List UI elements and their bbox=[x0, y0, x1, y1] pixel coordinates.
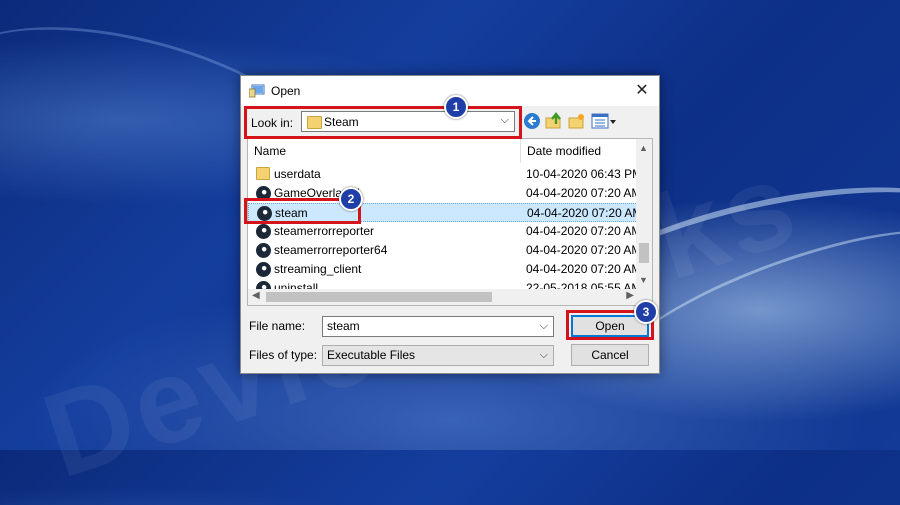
open-dialog: Open ✕ Look in: Steam ⌵ ⌃ Name Date modi… bbox=[240, 75, 660, 374]
column-header-date-modified[interactable]: Date modified bbox=[520, 139, 638, 163]
steam-icon bbox=[256, 224, 271, 239]
steam-icon bbox=[256, 186, 271, 201]
list-item[interactable]: userdata 10-04-2020 06:43 PM bbox=[248, 165, 642, 184]
folder-icon bbox=[256, 167, 270, 180]
step-badge-1: 1 bbox=[444, 95, 468, 119]
scroll-right-icon[interactable]: ▶ bbox=[626, 290, 634, 301]
folder-icon bbox=[307, 116, 322, 129]
up-folder-icon[interactable] bbox=[545, 112, 563, 130]
files-of-type-value: Executable Files bbox=[327, 348, 416, 362]
list-item[interactable]: steamerrorreporter 04-04-2020 07:20 AM bbox=[248, 222, 641, 241]
chevron-down-icon: ⌵ bbox=[539, 349, 548, 361]
file-list[interactable]: ⌃ Name Date modified userdata 10-04-2020… bbox=[247, 138, 653, 306]
step-badge-2: 2 bbox=[339, 187, 363, 211]
list-item-selected[interactable]: steam 04-04-2020 07:20 AM bbox=[248, 203, 642, 222]
files-of-type-label: Files of type: bbox=[249, 348, 318, 362]
dialog-app-icon bbox=[249, 84, 265, 98]
file-name-label: File name: bbox=[249, 319, 306, 333]
list-item[interactable]: streaming_client 04-04-2020 07:20 AM bbox=[248, 260, 641, 279]
scroll-up-icon[interactable]: ▲ bbox=[639, 143, 648, 153]
dialog-title: Open bbox=[271, 84, 301, 98]
look-in-dropdown[interactable]: Steam ⌵ bbox=[301, 111, 515, 132]
look-in-value: Steam bbox=[324, 115, 359, 129]
scroll-down-icon[interactable]: ▼ bbox=[639, 275, 648, 285]
horizontal-scroll-thumb[interactable] bbox=[266, 292, 492, 302]
new-folder-icon[interactable] bbox=[568, 112, 586, 130]
steam-icon bbox=[257, 206, 272, 221]
column-header-name[interactable]: Name bbox=[248, 139, 520, 163]
chevron-down-icon: ⌵ bbox=[500, 114, 509, 126]
steam-icon bbox=[256, 243, 271, 258]
cancel-button[interactable]: Cancel bbox=[571, 344, 649, 366]
close-button[interactable]: ✕ bbox=[631, 80, 653, 102]
files-of-type-dropdown[interactable]: Executable Files ⌵ bbox=[322, 345, 554, 366]
step-badge-3: 3 bbox=[634, 300, 658, 324]
horizontal-scrollbar[interactable]: ◀ ▶ bbox=[248, 289, 638, 305]
back-icon[interactable] bbox=[523, 112, 541, 130]
steam-icon bbox=[256, 262, 271, 277]
vertical-scroll-thumb[interactable] bbox=[639, 243, 649, 263]
scroll-left-icon[interactable]: ◀ bbox=[252, 290, 260, 301]
view-menu-icon[interactable] bbox=[591, 112, 617, 130]
chevron-down-icon[interactable]: ⌵ bbox=[540, 317, 548, 336]
file-name-value: steam bbox=[327, 319, 360, 333]
vertical-scrollbar[interactable]: ▲ ▼ bbox=[636, 139, 652, 291]
list-item[interactable]: steamerrorreporter64 04-04-2020 07:20 AM bbox=[248, 241, 641, 260]
list-item[interactable]: GameOverlayUI 04-04-2020 07:20 AM bbox=[248, 184, 641, 203]
file-name-field[interactable]: steam ⌵ bbox=[322, 316, 554, 337]
look-in-label: Look in: bbox=[251, 116, 294, 130]
